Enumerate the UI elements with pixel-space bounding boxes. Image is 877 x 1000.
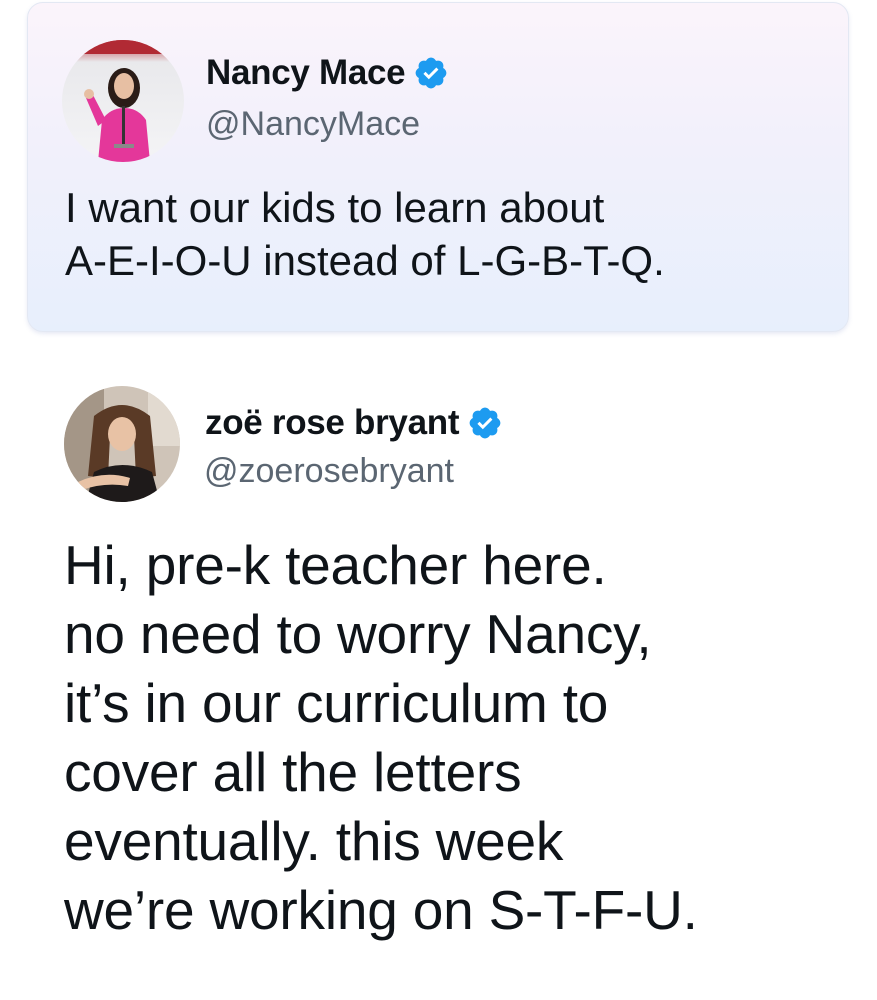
tweet-text-line: eventually. this week: [64, 810, 564, 872]
tweet-text-line: we’re working on S-T-F-U.: [64, 879, 698, 941]
tweet-text-line: A-E-I-O-U instead of L-G-B-T-Q.: [65, 237, 665, 284]
quoted-tweet-text: I want our kids to learn about A-E-I-O-U…: [65, 181, 835, 287]
reply-tweet-text: Hi, pre-k teacher here. no need to worry…: [64, 531, 854, 945]
author-handle[interactable]: @NancyMace: [206, 105, 420, 144]
nancy-mace-name-row: Nancy Mace: [206, 53, 449, 93]
verified-badge-icon: [467, 405, 503, 441]
verified-badge-icon: [413, 55, 449, 91]
author-name[interactable]: zoë rose bryant: [205, 403, 460, 443]
quoted-tweet-card[interactable]: Nancy Mace @NancyMace I want our kids to…: [27, 2, 849, 332]
author-name[interactable]: Nancy Mace: [206, 53, 406, 93]
tweet-text-line: Hi, pre-k teacher here.: [64, 534, 607, 596]
screenshot-page: Nancy Mace @NancyMace I want our kids to…: [0, 0, 877, 1000]
zoe-rose-bryant-avatar[interactable]: [64, 386, 180, 502]
author-handle[interactable]: @zoerosebryant: [204, 452, 454, 491]
tweet-text-line: cover all the letters: [64, 741, 522, 803]
tweet-text-line: it’s in our curriculum to: [64, 672, 609, 734]
zoe-rose-bryant-name-row: zoë rose bryant: [205, 403, 503, 443]
tweet-text-line: no need to worry Nancy,: [64, 603, 652, 665]
tweet-text-line: I want our kids to learn about: [65, 184, 605, 231]
nancy-mace-avatar[interactable]: [62, 40, 184, 162]
